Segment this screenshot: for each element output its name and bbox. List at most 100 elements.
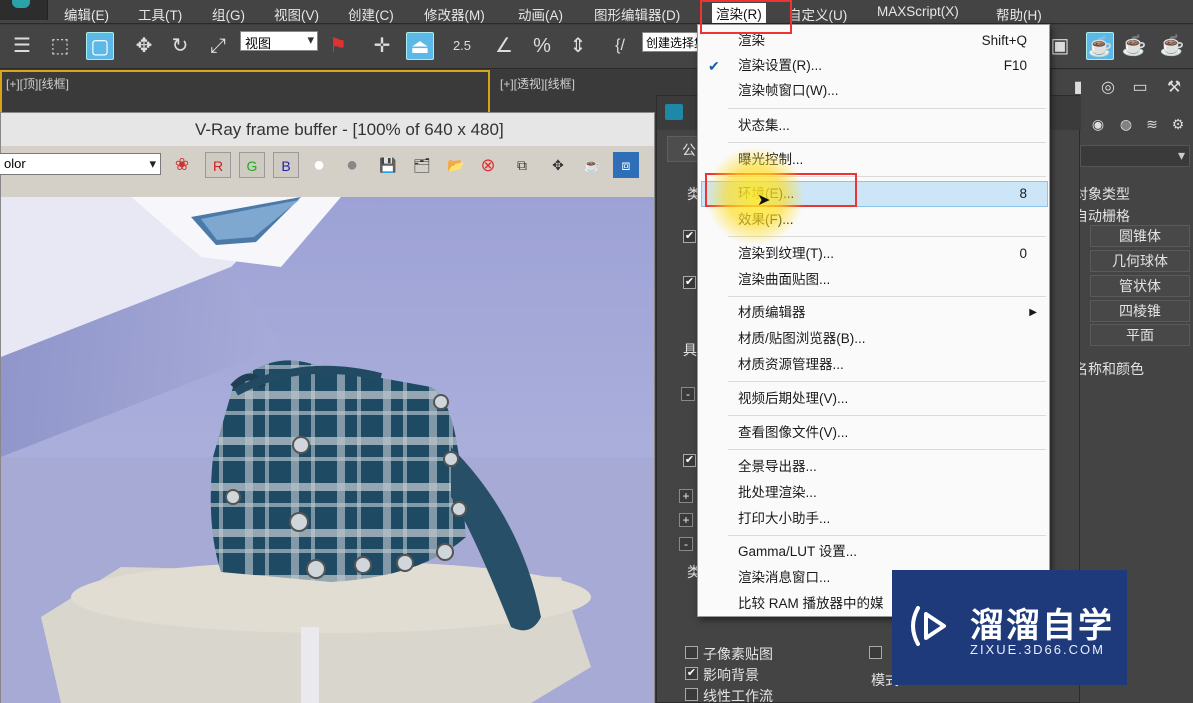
cameras-icon[interactable]: ◉: [1084, 110, 1112, 138]
track-mouse-icon[interactable]: ✥: [545, 152, 571, 178]
keyboard-shortcut-icon[interactable]: ⏏: [406, 32, 434, 60]
spacewarps-icon[interactable]: ≋: [1138, 110, 1166, 138]
menu-item-render-frame-window[interactable]: 渲染帧窗口(W)...: [698, 79, 1049, 103]
menu-item-label: 打印大小助手...: [738, 511, 831, 526]
menu-item-render-surface-map[interactable]: 渲染曲面贴图...: [698, 268, 1049, 292]
pivot-icon[interactable]: ⚑: [324, 32, 352, 60]
rollout-toggle[interactable]: +: [679, 513, 693, 527]
menu-edit[interactable]: 编辑(E): [64, 4, 109, 24]
edit-named-selection-icon[interactable]: {/: [606, 32, 634, 60]
green-channel-button[interactable]: G: [239, 152, 265, 178]
percent-snap-icon[interactable]: %: [528, 32, 556, 60]
menu-modifiers[interactable]: 修改器(M): [424, 4, 485, 24]
utilities-icon[interactable]: ▭: [1126, 74, 1154, 102]
menu-graph-editors[interactable]: 图形编辑器(D): [594, 4, 680, 24]
affect-bg-label: 影响背景: [703, 667, 759, 683]
menu-separator: [728, 415, 1046, 416]
menu-item-view-image-file[interactable]: 查看图像文件(V)...: [698, 421, 1049, 445]
menu-group[interactable]: 组(G): [212, 4, 245, 24]
vfb-titlebar[interactable]: V-Ray frame buffer - [100% of 640 x 480]: [1, 113, 654, 146]
menu-item-print-size-assistant[interactable]: 打印大小助手...: [698, 507, 1049, 531]
alpha-channel-icon[interactable]: ●: [306, 152, 332, 178]
render-iterative-icon[interactable]: ☕: [1158, 32, 1186, 60]
menu-item-material-explorer[interactable]: 材质资源管理器...: [698, 353, 1049, 377]
select-region-icon[interactable]: ⬚: [46, 32, 74, 60]
env-checkbox[interactable]: ✔: [683, 276, 696, 289]
angle-snap-icon[interactable]: ∠: [490, 32, 518, 60]
linear-workflow-checkbox[interactable]: [685, 688, 698, 701]
systems-icon[interactable]: ⚙: [1164, 110, 1192, 138]
rendered-image[interactable]: [1, 197, 654, 703]
menu-maxscript[interactable]: MAXScript(X): [877, 4, 959, 19]
top-viewport-label[interactable]: [+][顶][线框]: [6, 75, 69, 92]
menu-item-batch-render[interactable]: 批处理渲染...: [698, 481, 1049, 505]
spinner-snap-icon[interactable]: ⇕: [564, 32, 592, 60]
object-category-select[interactable]: [1080, 145, 1190, 167]
menu-item-effects[interactable]: 效果(F)...: [698, 208, 1049, 232]
menu-item-label: 查看图像文件(V)...: [738, 425, 849, 440]
select-list-icon[interactable]: ☰: [8, 32, 36, 60]
submenu-arrow-icon: ▶: [1029, 307, 1037, 318]
named-selection-set-input[interactable]: 创建选择集: [642, 32, 700, 52]
name-color-header[interactable]: 名称和颜色: [1074, 359, 1144, 379]
app-logo-icon[interactable]: [0, 0, 48, 20]
geosphere-button[interactable]: 几何球体: [1090, 250, 1190, 272]
red-channel-button[interactable]: R: [205, 152, 231, 178]
select-rotate-icon[interactable]: ↻: [166, 32, 194, 60]
tube-button[interactable]: 管状体: [1090, 275, 1190, 297]
menu-item-render-to-texture[interactable]: 渲染到纹理(T)... 0: [698, 242, 1049, 266]
menu-item-exposure-control[interactable]: 曝光控制...: [698, 148, 1049, 172]
render-setup-icon[interactable]: ▣: [1046, 32, 1074, 60]
save-all-icon[interactable]: 🗂: [409, 152, 435, 178]
env-checkbox[interactable]: [869, 646, 882, 659]
plane-button[interactable]: 平面: [1090, 324, 1190, 346]
render-frame-window-icon[interactable]: ☕: [1086, 32, 1114, 60]
hammer-icon[interactable]: ⚒: [1160, 74, 1188, 102]
menu-create[interactable]: 创建(C): [348, 4, 394, 24]
subpixel-checkbox[interactable]: [685, 646, 698, 659]
save-image-icon[interactable]: 💾: [375, 152, 401, 178]
mono-channel-icon[interactable]: ●: [339, 152, 365, 178]
menu-help[interactable]: 帮助(H): [996, 4, 1042, 24]
window-crossing-icon[interactable]: ▢: [86, 32, 114, 60]
rollout-toggle[interactable]: -: [679, 537, 693, 551]
object-type-header[interactable]: 对象类型: [1074, 184, 1130, 204]
motion-icon[interactable]: ◎: [1094, 74, 1122, 102]
render-production-icon[interactable]: ☕: [1120, 32, 1148, 60]
duplicate-to-frame-buffer-icon[interactable]: ⧉: [509, 152, 535, 178]
menu-item-state-sets[interactable]: 状态集...: [698, 114, 1049, 138]
menu-item-render-setup[interactable]: ✔ 渲染设置(R)... F10: [698, 54, 1049, 78]
menu-tools[interactable]: 工具(T): [138, 4, 182, 24]
pyramid-button[interactable]: 四棱锥: [1090, 300, 1190, 322]
auto-grid-label[interactable]: 自动栅格: [1074, 206, 1130, 226]
menu-customize[interactable]: 自定义(U): [788, 4, 847, 24]
show-corrections-icon[interactable]: ⧈: [613, 152, 639, 178]
snaps-toggle-icon[interactable]: 2.5: [448, 32, 476, 60]
menu-item-panorama-exporter[interactable]: 全景导出器...: [698, 455, 1049, 479]
manipulate-icon[interactable]: ✛: [368, 32, 396, 60]
affect-bg-checkbox[interactable]: ✔: [685, 667, 698, 680]
vfb-channel-select[interactable]: olor: [0, 153, 161, 175]
render-region-icon[interactable]: ☕: [579, 152, 605, 178]
perspective-viewport-label[interactable]: [+][透视][线框]: [500, 75, 575, 92]
menu-item-gamma-lut[interactable]: Gamma/LUT 设置...: [698, 540, 1049, 564]
watermark-title: 溜溜自学: [970, 607, 1114, 645]
select-scale-icon[interactable]: ⤢: [204, 32, 232, 60]
menu-view[interactable]: 视图(V): [274, 4, 319, 24]
clear-image-icon[interactable]: ⊗: [475, 152, 501, 178]
menu-item-material-editor[interactable]: 材质编辑器 ▶: [698, 301, 1049, 325]
cone-button[interactable]: 圆锥体: [1090, 225, 1190, 247]
helpers-icon[interactable]: ◍: [1112, 110, 1140, 138]
env-checkbox[interactable]: ✔: [683, 230, 696, 243]
blue-channel-button[interactable]: B: [273, 152, 299, 178]
rollout-toggle[interactable]: +: [679, 489, 693, 503]
menu-item-video-post[interactable]: 视频后期处理(V)...: [698, 387, 1049, 411]
env-checkbox[interactable]: ✔: [683, 454, 696, 467]
menu-animation[interactable]: 动画(A): [518, 4, 563, 24]
menu-item-material-browser[interactable]: 材质/贴图浏览器(B)...: [698, 327, 1049, 351]
reference-coordinate-select[interactable]: 视图: [240, 31, 318, 51]
color-channels-icon[interactable]: ❀: [169, 152, 195, 178]
load-image-icon[interactable]: 📂: [443, 152, 469, 178]
rollout-toggle[interactable]: -: [681, 387, 695, 401]
select-move-icon[interactable]: ✥: [130, 32, 158, 60]
